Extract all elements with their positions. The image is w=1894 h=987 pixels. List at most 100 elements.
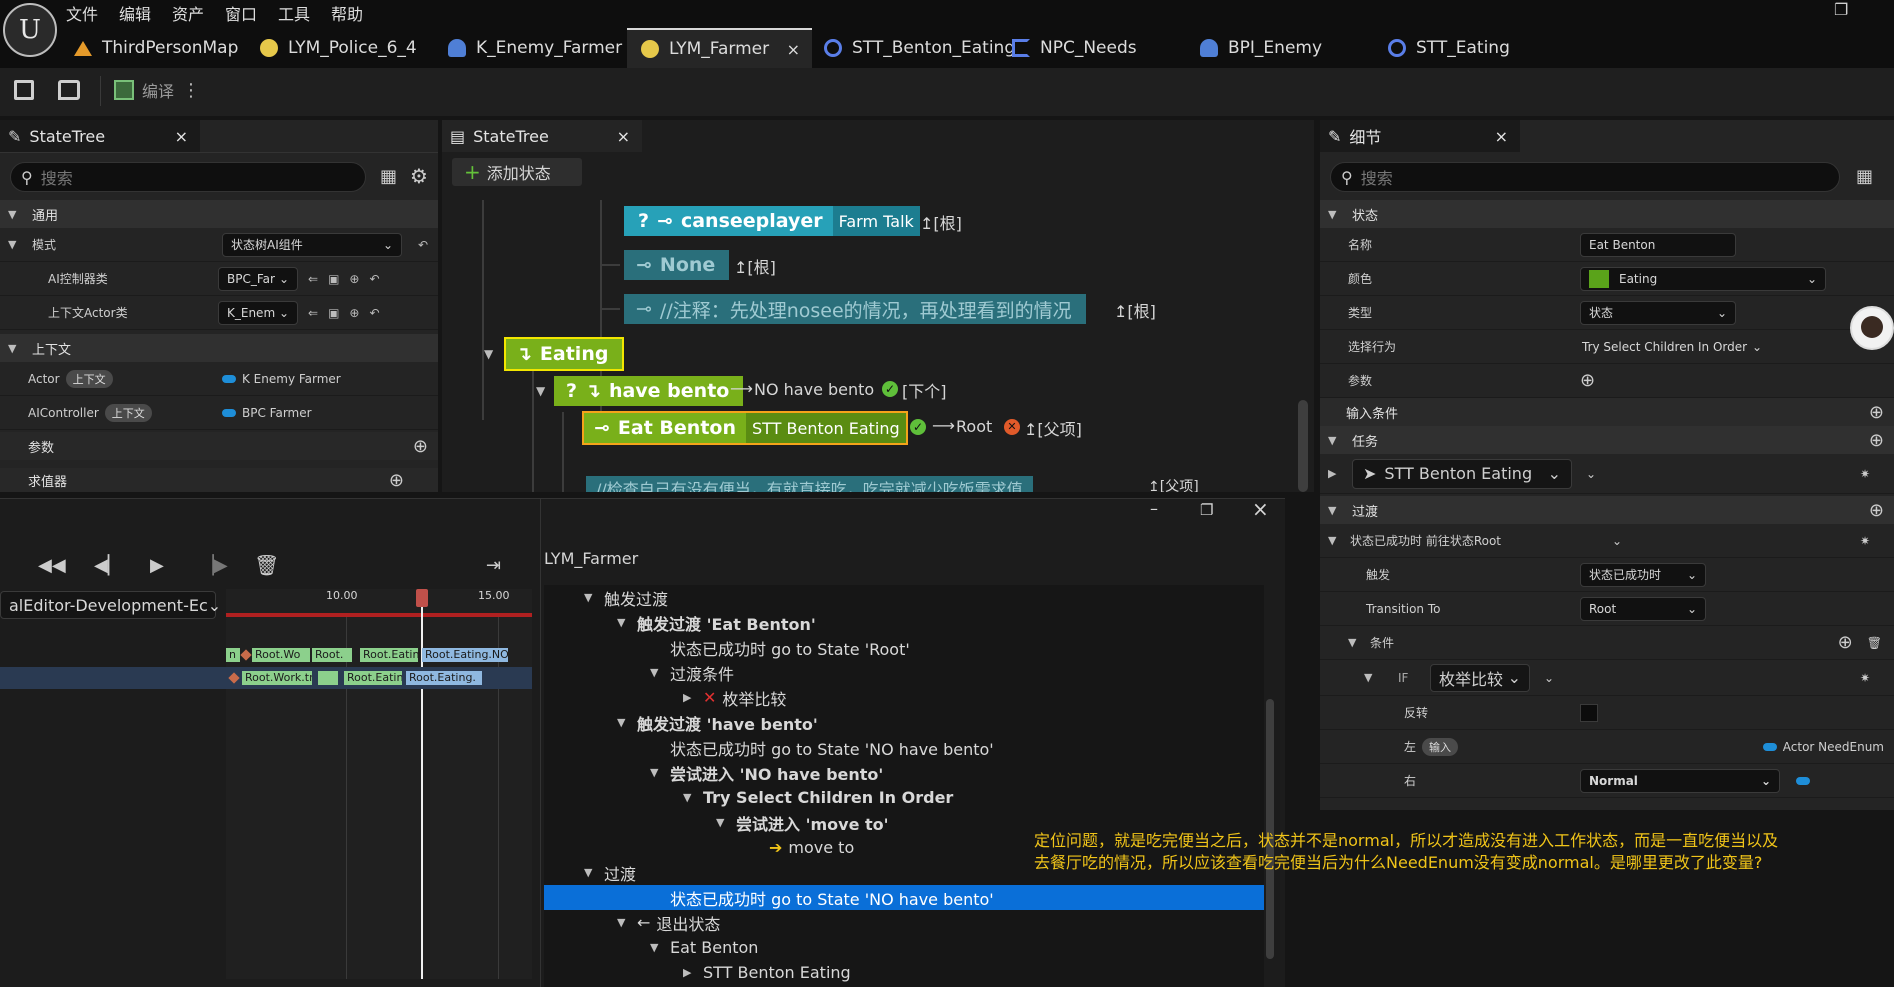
add-param-icon[interactable]: ⊕ <box>1580 370 1595 391</box>
tab-stt-benton-eating[interactable]: STT_Benton_Eating <box>810 28 1027 68</box>
chevron-down-icon[interactable]: ⌄ <box>1544 671 1554 685</box>
chevron-down-icon[interactable]: ▼ <box>8 238 22 251</box>
details-search-input[interactable]: ⚲ 搜索 <box>1330 162 1840 192</box>
timeline-track-1[interactable]: n Root.Wo Root. Root.Eatin Root.Eating.N… <box>226 647 508 663</box>
add-icon[interactable]: ⊕ <box>349 272 359 286</box>
browse-icon[interactable]: ▣ <box>328 306 339 320</box>
trace-tree-item[interactable]: ▼ ← 退出状态 <box>544 910 1264 935</box>
menu-tools[interactable]: 工具 <box>278 1 310 25</box>
add-transition-icon[interactable]: ⊕ <box>1869 500 1884 521</box>
debug-bug-icon[interactable]: ✷ <box>1860 671 1870 685</box>
table-view-icon[interactable]: ▦ <box>380 166 397 187</box>
trace-tree-item[interactable]: ▼ 触发过渡 <box>544 585 1264 610</box>
search-input[interactable]: ⚲ 搜索 <box>10 162 366 192</box>
track-segment[interactable]: Root. <box>312 648 352 662</box>
chevron-down-icon[interactable]: ▼ <box>650 766 664 779</box>
trace-tree-item[interactable]: ▼ Try Select Children In Order <box>544 785 1264 810</box>
menu-file[interactable]: 文件 <box>66 1 98 25</box>
section-general[interactable]: ▼ 通用 <box>0 200 438 228</box>
step-back-icon[interactable]: ◀▏ <box>94 555 122 576</box>
debug-target-dropdown[interactable]: alEditor-Development-Ec ⌄ <box>0 591 221 619</box>
playhead-handle[interactable] <box>416 589 428 607</box>
reset-icon[interactable]: ↶ <box>369 306 379 320</box>
tab-stt-eating[interactable]: STT_Eating <box>1374 28 1522 68</box>
avatar[interactable] <box>1850 306 1894 350</box>
add-state-button[interactable]: + 添加状态 <box>452 158 582 186</box>
state-node-canseeplayer[interactable]: ? ⊸ canseeplayer Farm Talk <box>624 206 920 236</box>
state-node-eating[interactable]: ↴ Eating <box>503 337 625 371</box>
close-tab-icon[interactable]: × <box>787 40 800 59</box>
trace-tree-item[interactable]: ▼ 触发过渡 'Eat Benton' <box>544 610 1264 635</box>
trigger-dropdown[interactable]: 状态已成功时 ⌄ <box>1580 562 1706 587</box>
section-evaluators[interactable]: 求值器 ⊕ <box>0 468 438 492</box>
section-context[interactable]: ▼ 上下文 <box>0 334 438 362</box>
more-options-icon[interactable]: ⋮ <box>182 80 200 101</box>
graph-scrollbar[interactable] <box>1298 400 1308 492</box>
trace-tree-item[interactable]: ▼ 过渡条件 <box>544 660 1264 685</box>
section-transitions[interactable]: ▼ 过渡 ⊕ <box>1320 496 1894 524</box>
comment-node[interactable]: //检查自己有没有便当，有就直接吃，吃完就减少吃饭需求值 <box>586 476 1033 492</box>
trace-tree-item[interactable]: 状态已成功时 go to State 'NO have bento' <box>544 885 1264 910</box>
window-minimize-icon[interactable]: – <box>1150 499 1158 518</box>
track-segment[interactable]: n <box>226 648 240 662</box>
menu-edit[interactable]: 编辑 <box>119 1 151 25</box>
chevron-down-icon[interactable]: ▼ <box>1348 636 1362 649</box>
delete-trash-icon[interactable]: 🗑 <box>1867 636 1882 650</box>
name-field[interactable]: Eat Benton <box>1580 232 1736 257</box>
chevron-down-icon[interactable]: ▼ <box>584 591 598 604</box>
chevron-right-icon[interactable]: ▶ <box>1328 467 1342 480</box>
use-selected-icon[interactable]: ⇐ <box>308 272 318 286</box>
reset-icon[interactable]: ↶ <box>369 272 379 286</box>
chevron-down-icon[interactable]: ▼ <box>617 916 631 929</box>
track-segment[interactable]: Root.Eating. <box>406 671 482 685</box>
close-panel-icon[interactable]: × <box>617 127 630 146</box>
menu-help[interactable]: 帮助 <box>331 1 363 25</box>
chevron-down-icon[interactable]: ▼ <box>536 384 545 398</box>
trace-scrollbar[interactable] <box>1266 699 1274 959</box>
task-dropdown[interactable]: ➤ STT Benton Eating ⌄ <box>1352 458 1572 489</box>
tab-lym-farmer[interactable]: LYM_Farmer × <box>627 28 812 68</box>
menu-window[interactable]: 窗口 <box>225 1 257 25</box>
settings-gear-icon[interactable]: ⚙ <box>410 164 428 188</box>
use-selected-icon[interactable]: ⇐ <box>308 306 318 320</box>
reset-icon[interactable]: ↶ <box>418 238 428 252</box>
section-state[interactable]: ▼ 状态 <box>1320 200 1894 228</box>
section-enter-conditions[interactable]: 输入条件 ⊕ <box>1320 398 1894 426</box>
close-panel-icon[interactable]: × <box>175 127 188 146</box>
track-segment[interactable] <box>318 671 338 685</box>
panel-tab-statetree-graph[interactable]: ▤ StateTree × <box>442 120 642 152</box>
trace-tree-item[interactable]: ▼ 触发过渡 'have bento' <box>544 710 1264 735</box>
compile-button[interactable]: 编译 ⋮ <box>114 78 200 102</box>
track-segment[interactable]: Root.Eatin <box>344 671 402 685</box>
chevron-right-icon[interactable]: ▶ <box>683 966 697 979</box>
save-icon[interactable] <box>14 80 34 100</box>
timeline-area[interactable]: 10.00 15.00 n Root.Wo Root. Root.Eatin R… <box>226 589 532 979</box>
browse-icon[interactable]: ▣ <box>328 272 339 286</box>
trace-tree-item[interactable]: ▼ 尝试进入 'NO have bento' <box>544 760 1264 785</box>
unreal-logo-icon[interactable]: U <box>3 3 57 57</box>
condition-dropdown[interactable]: 枚举比较 ⌄ <box>1430 663 1530 692</box>
timeline-track-2[interactable]: Root.Work.tr Root.Eatin Root.Eating. <box>226 667 532 689</box>
panel-tab-statetree[interactable]: ✎ StateTree × <box>0 120 200 152</box>
track-segment[interactable]: Root.Eatin <box>360 648 418 662</box>
schema-dropdown[interactable]: 状态树AI组件 ⌄ <box>222 232 402 257</box>
add-task-icon[interactable]: ⊕ <box>1869 430 1884 451</box>
comment-node[interactable]: ⊸ //注释：先处理nosee的情况，再处理看到的情况 <box>624 294 1086 324</box>
tab-thirdpersonmap[interactable]: ThirdPersonMap <box>60 28 250 68</box>
add-condition-icon[interactable]: ⊕ <box>1869 402 1884 423</box>
trace-tree-item[interactable]: ▼ Eat Benton <box>544 935 1264 960</box>
color-dropdown[interactable]: Eating ⌄ <box>1580 266 1826 291</box>
chevron-down-icon[interactable]: ▼ <box>617 616 631 629</box>
row-transition-header[interactable]: ▼ 状态已成功时 前往状态Root ⌄ ✷ <box>1320 524 1894 558</box>
state-node-eat-benton[interactable]: ⊸ Eat Benton STT Benton Eating <box>582 411 908 445</box>
type-dropdown[interactable]: 状态 ⌄ <box>1580 300 1736 325</box>
step-forward-icon[interactable]: ▕▶ <box>200 555 228 576</box>
rewind-icon[interactable]: ◀◀ <box>38 555 66 576</box>
chevron-down-icon[interactable]: ▼ <box>650 941 664 954</box>
add-evaluator-icon[interactable]: ⊕ <box>389 470 404 491</box>
window-maximize-icon[interactable]: ❐ <box>1200 501 1213 519</box>
state-node-have-bento[interactable]: ? ↴ have bento <box>554 376 744 406</box>
chevron-down-icon[interactable]: ⌄ <box>1586 467 1596 481</box>
section-params[interactable]: 参数 ⊕ <box>0 432 438 460</box>
trace-tree-item[interactable]: ▶ ✕ 枚举比较 <box>544 685 1264 710</box>
